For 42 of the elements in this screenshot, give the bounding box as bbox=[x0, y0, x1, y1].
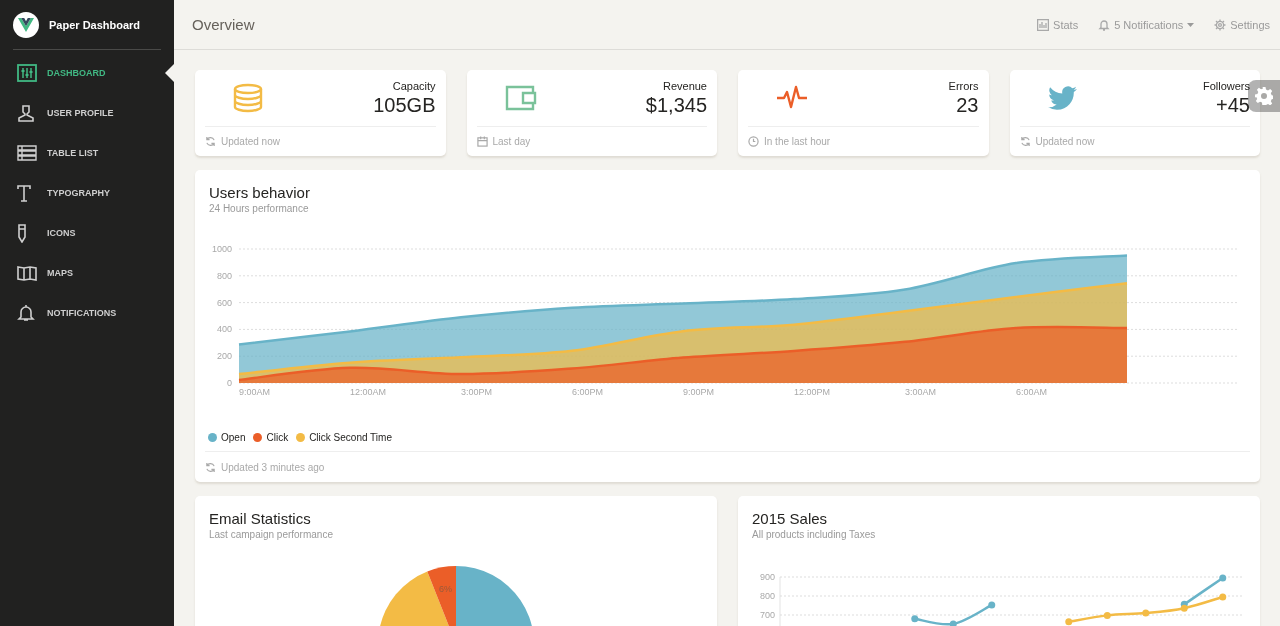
card-subtitle: All products including Taxes bbox=[752, 529, 876, 540]
stat-value: +45 bbox=[1216, 93, 1250, 117]
stat-value: 23 bbox=[956, 93, 979, 117]
axis-label: 3:00AM bbox=[905, 387, 937, 397]
stat-label: Capacity bbox=[392, 79, 436, 92]
axis-label: 900 bbox=[759, 572, 775, 582]
card-title: Email Statistics bbox=[209, 510, 311, 527]
page-title: Overview bbox=[192, 16, 256, 33]
axis-label: 6:00PM bbox=[572, 387, 604, 397]
footer-text: In the last hour bbox=[764, 136, 831, 147]
axis-label: 12:00AM bbox=[350, 387, 387, 397]
axis-label: 200 bbox=[216, 351, 232, 362]
axis-label: 9:00PM bbox=[683, 387, 715, 397]
legend-label: Click Second Time bbox=[309, 432, 392, 443]
stat-value: $1,345 bbox=[645, 93, 707, 117]
axis-label: 12:00PM bbox=[794, 387, 831, 397]
footer-text: Last day bbox=[492, 136, 531, 147]
axis-label: 800 bbox=[759, 591, 775, 601]
axis-label: 600 bbox=[216, 297, 232, 308]
card-title: 2015 Sales bbox=[752, 510, 828, 527]
axis-label: 6:00AM bbox=[1016, 387, 1048, 397]
slice-label: 6% bbox=[438, 583, 452, 594]
footer-text: Updated 3 minutes ago bbox=[221, 461, 325, 473]
card-title: Users behavior bbox=[209, 184, 310, 201]
axis-label: 9:00AM bbox=[239, 387, 271, 397]
axis-label: 400 bbox=[216, 324, 232, 335]
legend-label: Open bbox=[221, 432, 246, 443]
stat-label: Revenue bbox=[662, 79, 707, 92]
footer-text: Updated now bbox=[221, 136, 280, 147]
axis-label: 800 bbox=[216, 270, 232, 281]
footer-text: Updated now bbox=[1035, 136, 1095, 147]
card-subtitle: Last campaign performance bbox=[209, 529, 333, 540]
brand-name: Paper Dashboard bbox=[49, 18, 141, 31]
axis-label: 1000 bbox=[211, 244, 232, 254]
axis-label: 0 bbox=[227, 378, 232, 388]
axis-label: 3:00PM bbox=[461, 387, 493, 397]
card-subtitle: 24 Hours performance bbox=[209, 203, 309, 214]
stat-label: Errors bbox=[948, 79, 979, 92]
stat-value: 105GB bbox=[373, 93, 436, 117]
stat-label: Followers bbox=[1202, 79, 1250, 92]
legend-label: Click bbox=[266, 432, 289, 443]
axis-label: 700 bbox=[759, 610, 775, 620]
